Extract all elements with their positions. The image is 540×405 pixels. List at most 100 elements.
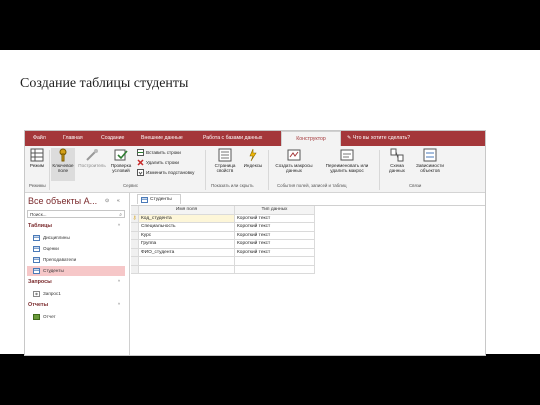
rename-delete-macro-button[interactable]: Переименовать или удалить макрос [319, 148, 375, 174]
view-label: Режим [29, 163, 45, 168]
field-name-cell[interactable]: Специальность [139, 223, 235, 232]
nav-item-label: Дисциплины [43, 235, 70, 240]
section-title: Отчеты [28, 302, 49, 308]
nav-item-label: Оценки [43, 246, 59, 251]
builder-icon [86, 149, 98, 161]
schema-icon [390, 148, 404, 162]
section-title: Запросы [28, 279, 52, 285]
indexes-label: Индексы [243, 163, 263, 168]
nav-search-input[interactable]: Поиск... ⌕ [27, 210, 125, 218]
document-tab-label: Студенты [150, 197, 172, 202]
field-name-cell[interactable]: ФИО_студента [139, 248, 235, 257]
data-type-cell[interactable]: Короткий текст [235, 223, 315, 232]
property-sheet-button[interactable]: Страница свойств [211, 148, 239, 174]
tell-me-box[interactable]: ✎ Что вы хотите сделать? [347, 131, 410, 146]
tab-external-data[interactable]: Внешние данные [141, 131, 183, 146]
group-show-hide: Показать или скрыть [211, 183, 254, 188]
collapse-icon: ^ [117, 223, 120, 228]
object-dependencies-label: Зависимости объектов [416, 163, 444, 174]
search-placeholder: Поиск... [30, 212, 47, 217]
object-dependencies-button[interactable]: Зависимости объектов [413, 148, 447, 174]
tab-database-tools[interactable]: Работа с базами данных [203, 131, 262, 146]
data-type-cell-empty[interactable] [235, 265, 315, 274]
table-icon [33, 235, 40, 241]
tab-design[interactable]: Конструктор [281, 131, 341, 146]
tab-create[interactable]: Создание [101, 131, 124, 146]
delete-rows-button[interactable]: Удалить строки [137, 159, 179, 167]
shutter-bar-icon[interactable]: « [117, 198, 120, 204]
nav-item-table-selected[interactable]: Студенты [27, 266, 125, 276]
data-type-cell[interactable]: Короткий текст [235, 231, 315, 240]
key-icon [59, 148, 67, 162]
nav-item-table[interactable]: Преподаватели [27, 255, 125, 265]
nav-dropdown-icon[interactable]: ⊙ [105, 198, 109, 204]
data-type-cell-empty[interactable] [235, 257, 315, 266]
nav-item-report[interactable]: Отчет [27, 312, 125, 322]
nav-item-label: Отчет [43, 314, 56, 319]
row-selector[interactable] [131, 231, 139, 240]
nav-item-label: Запрос1 [43, 291, 61, 296]
property-sheet-label: Страница свойств [214, 163, 236, 174]
field-name-cell-empty[interactable] [139, 265, 235, 274]
nav-section-reports[interactable]: Отчеты ^ [28, 302, 124, 308]
separator [379, 150, 380, 190]
field-name-cell[interactable]: Курс [139, 231, 235, 240]
tab-file[interactable]: Файл [33, 131, 46, 146]
document-tab[interactable]: Студенты [137, 194, 181, 204]
dependencies-icon [423, 148, 437, 162]
ribbon-tab-bar: Файл Главная Создание Внешние данные Раб… [25, 131, 485, 146]
validation-icon [114, 149, 128, 161]
test-validation-label: Проверка условий [110, 163, 132, 174]
change-lookup-label: Изменить подстановку [146, 170, 195, 175]
data-type-cell[interactable]: Короткий текст [235, 248, 315, 257]
schema-label: Схема данных [389, 163, 405, 174]
create-data-macros-button[interactable]: Создать макросы данных [271, 148, 317, 174]
nav-item-label: Преподаватели [43, 257, 77, 262]
field-name-cell[interactable]: Код_студента [139, 214, 235, 223]
view-button[interactable]: Режим [27, 148, 47, 168]
group-relationships: Связи [409, 183, 422, 188]
insert-rows-button[interactable]: Вставить строки [137, 149, 181, 157]
nav-section-queries[interactable]: Запросы ^ [28, 279, 124, 285]
nav-section-tables[interactable]: Таблицы ^ [28, 223, 124, 229]
nav-item-table[interactable]: Дисциплины [27, 233, 125, 243]
primary-key-label: Ключевое поле [52, 163, 74, 174]
table-icon [141, 197, 148, 203]
row-selector[interactable] [131, 248, 139, 257]
field-name-cell[interactable]: Группа [139, 240, 235, 249]
report-icon [33, 314, 40, 320]
slide: Создание таблицы студенты Файл Главная С… [0, 50, 540, 356]
indexes-button[interactable]: Индексы [241, 148, 265, 168]
tab-home[interactable]: Главная [63, 131, 83, 146]
separator [268, 150, 269, 190]
ribbon: Режим Ключевое поле Построитель Проверка… [25, 146, 485, 193]
slide-title: Создание таблицы студенты [20, 76, 189, 91]
row-selector[interactable] [131, 223, 139, 232]
column-header-field-name: Имя поля [139, 206, 235, 215]
rename-macro-icon [340, 149, 354, 161]
nav-item-table[interactable]: Оценки [27, 244, 125, 254]
query-icon [33, 291, 40, 297]
field-name-cell-empty[interactable] [139, 257, 235, 266]
primary-key-row-icon[interactable]: ⚷ [131, 214, 139, 223]
collapse-icon: ^ [117, 302, 120, 307]
separator [49, 150, 50, 190]
data-type-cell[interactable]: Короткий текст [235, 214, 315, 223]
row-selector[interactable] [131, 240, 139, 249]
change-lookup-button[interactable]: Изменить подстановку [137, 169, 194, 177]
property-sheet-icon [218, 148, 232, 162]
primary-key-button[interactable]: Ключевое поле [51, 148, 75, 181]
nav-pane-header[interactable]: Все объекты A... [28, 196, 97, 206]
tell-me-text: Что вы хотите сделать? [352, 135, 411, 141]
rename-delete-macro-label: Переименовать или удалить макрос [325, 163, 369, 174]
column-header-data-type: Тип данных [235, 206, 315, 215]
schema-button[interactable]: Схема данных [383, 148, 411, 174]
row-selector[interactable] [131, 257, 139, 266]
test-validation-button[interactable]: Проверка условий [108, 148, 134, 174]
section-title: Таблицы [28, 223, 53, 229]
nav-item-query[interactable]: Запрос1 [27, 289, 125, 299]
builder-button[interactable]: Построитель [78, 148, 106, 168]
data-type-cell[interactable]: Короткий текст [235, 240, 315, 249]
nav-item-label: Студенты [43, 268, 64, 273]
row-selector[interactable] [131, 265, 139, 274]
